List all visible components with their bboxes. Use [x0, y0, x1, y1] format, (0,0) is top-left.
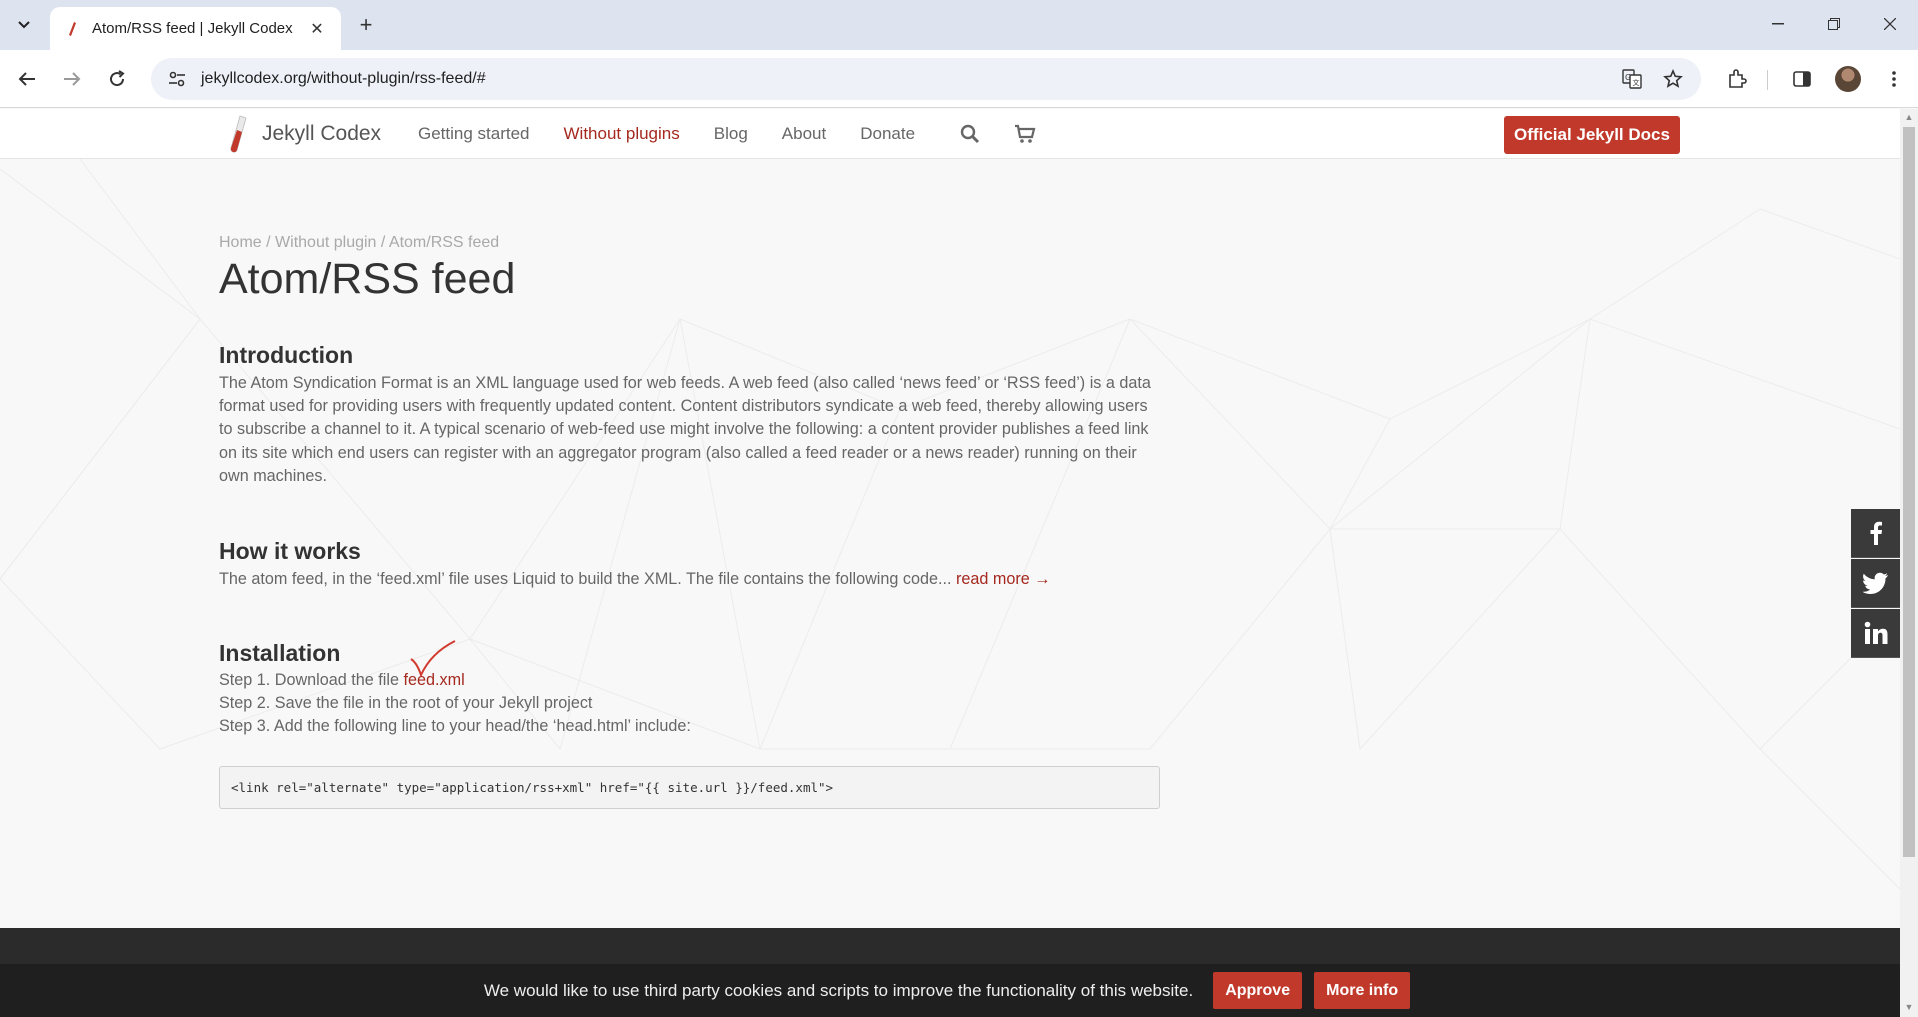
intro-heading: Introduction [219, 342, 354, 368]
bookmark-star-icon[interactable] [1660, 66, 1686, 92]
linkedin-share-button[interactable] [1851, 609, 1900, 658]
browser-toolbar: jekyllcodex.org/without-plugin/rss-feed/… [0, 50, 1918, 108]
breadcrumb: Home / Without plugin / Atom/RSS feed [219, 234, 499, 252]
profile-avatar[interactable] [1835, 66, 1861, 92]
read-more-link[interactable]: read more → [956, 570, 1050, 588]
side-panel-icon[interactable] [1786, 63, 1818, 95]
scroll-down-icon[interactable]: ▼ [1904, 1002, 1914, 1012]
forward-icon[interactable] [55, 62, 89, 96]
how-text: The atom feed, in the ‘feed.xml’ file us… [219, 570, 952, 588]
tab-title: Atom/RSS feed | Jekyll Codex [92, 20, 293, 37]
step-2: Step 2. Save the file in the root of you… [219, 694, 593, 712]
site-header: Jekyll Codex Getting started Without plu… [0, 109, 1900, 159]
address-bar[interactable]: jekyllcodex.org/without-plugin/rss-feed/… [151, 58, 1701, 100]
step-3: Step 3. Add the following line to your h… [219, 717, 691, 735]
toolbar-divider [1767, 70, 1768, 90]
nav-about[interactable]: About [782, 124, 826, 144]
search-icon[interactable] [958, 122, 982, 146]
page-scrollbar[interactable]: ▲ ▼ [1900, 109, 1918, 1017]
extensions-icon[interactable] [1721, 63, 1753, 95]
test-tube-logo-icon [230, 115, 247, 153]
url-text: jekyllcodex.org/without-plugin/rss-feed/… [201, 70, 486, 87]
close-window-icon[interactable] [1870, 8, 1910, 40]
nav-blog[interactable]: Blog [714, 124, 748, 144]
step-1-text: Step 1. Download the file [219, 671, 404, 689]
tab-search-dropdown-icon[interactable] [10, 11, 38, 39]
how-heading: How it works [219, 538, 361, 564]
restore-icon[interactable] [1814, 8, 1854, 40]
how-paragraph: The atom feed, in the ‘feed.xml’ file us… [219, 568, 1154, 591]
facebook-share-button[interactable] [1851, 509, 1900, 558]
scroll-up-icon[interactable]: ▲ [1904, 112, 1914, 122]
web-page: Jekyll Codex Getting started Without plu… [0, 109, 1900, 1017]
tab-close-icon[interactable]: ✕ [307, 19, 327, 39]
code-snippet[interactable]: <link rel="alternate" type="application/… [219, 766, 1160, 809]
twitter-icon [1862, 572, 1888, 594]
site-info-icon[interactable] [157, 58, 197, 100]
nav-getting-started[interactable]: Getting started [418, 124, 530, 144]
nav-donate[interactable]: Donate [860, 124, 915, 144]
cookie-banner: We would like to use third party cookies… [0, 964, 1900, 1017]
logo-text: Jekyll Codex [262, 122, 382, 145]
intro-paragraph: The Atom Syndication Format is an XML la… [219, 374, 1151, 485]
install-heading: Installation [219, 640, 341, 666]
minimize-icon[interactable] [1758, 8, 1798, 40]
main-nav: Getting started Without plugins Blog Abo… [418, 109, 949, 159]
twitter-share-button[interactable] [1851, 559, 1900, 608]
reload-icon[interactable] [100, 62, 134, 96]
cookie-more-info-button[interactable]: More info [1314, 972, 1411, 1009]
checkmark-annotation-icon [410, 640, 456, 678]
breadcrumb-sep: / [380, 234, 386, 251]
official-docs-button[interactable]: Official Jekyll Docs [1504, 116, 1680, 154]
browser-menu-icon[interactable] [1878, 63, 1910, 95]
nav-without-plugins[interactable]: Without plugins [564, 124, 680, 144]
jekyll-favicon-icon [64, 21, 80, 37]
cart-icon[interactable] [1013, 122, 1037, 146]
browser-tab-active[interactable]: Atom/RSS feed | Jekyll Codex ✕ [50, 7, 341, 50]
svg-text:G: G [1625, 73, 1631, 82]
linkedin-icon [1864, 621, 1887, 644]
cookie-approve-button[interactable]: Approve [1213, 972, 1303, 1009]
page-title: Atom/RSS feed [219, 255, 516, 303]
breadcrumb-home[interactable]: Home [219, 234, 262, 251]
translate-icon[interactable]: G文 [1619, 66, 1645, 92]
new-tab-button[interactable]: + [352, 11, 380, 39]
facebook-icon [1870, 521, 1882, 545]
cookie-text: We would like to use third party cookies… [483, 980, 1194, 1000]
scroll-thumb[interactable] [1903, 127, 1915, 857]
breadcrumb-current: Atom/RSS feed [388, 234, 500, 251]
breadcrumb-sep: / [266, 234, 271, 251]
svg-text:文: 文 [1633, 78, 1640, 87]
site-logo[interactable]: Jekyll Codex [226, 114, 381, 154]
browser-tab-bar: Atom/RSS feed | Jekyll Codex ✕ + [0, 0, 1918, 50]
back-icon[interactable] [10, 62, 44, 96]
breadcrumb-section[interactable]: Without plugin [275, 234, 376, 251]
